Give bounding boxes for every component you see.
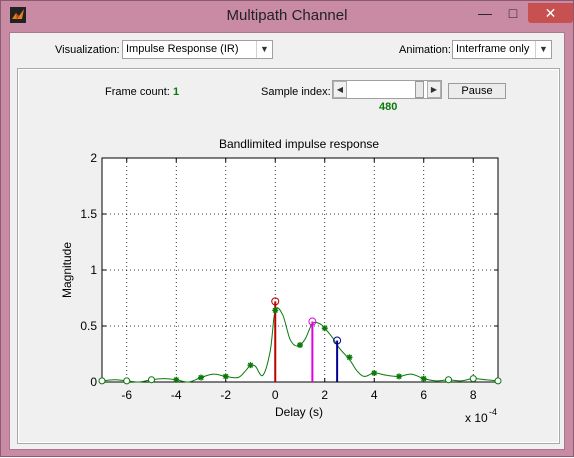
sample-index-value: 480 — [379, 101, 398, 113]
visualization-select-value: Impulse Response (IR) — [126, 43, 239, 55]
animation-label: Animation: — [399, 44, 451, 56]
display-panel — [18, 69, 559, 443]
visualization-label: Visualization: — [55, 44, 120, 56]
pause-button[interactable]: Pause — [448, 83, 506, 99]
visualization-select[interactable]: Impulse Response (IR) ▼ — [122, 40, 273, 59]
window: Multipath Channel — □ ✕ Visualization: I… — [0, 0, 574, 457]
close-button[interactable]: ✕ — [528, 3, 573, 23]
slider-thumb[interactable] — [415, 81, 424, 98]
sample-index-slider[interactable]: ◀ ▶ — [332, 80, 442, 99]
frame-count-value: 1 — [173, 86, 180, 98]
animation-select-value: Interframe only — [456, 43, 530, 55]
sample-index-label: Sample index: — [261, 86, 331, 98]
maximize-button[interactable]: □ — [500, 3, 526, 23]
chevron-left-icon[interactable]: ◀ — [333, 81, 347, 98]
chevron-down-icon: ▼ — [256, 41, 272, 58]
animation-select[interactable]: Interframe only ▼ — [452, 40, 552, 59]
minimize-button[interactable]: — — [472, 3, 498, 23]
chevron-right-icon[interactable]: ▶ — [427, 81, 441, 98]
frame-count-label: Frame count: — [105, 86, 170, 98]
title-bar[interactable]: Multipath Channel — □ ✕ — [1, 1, 573, 31]
chevron-down-icon: ▼ — [535, 41, 551, 58]
